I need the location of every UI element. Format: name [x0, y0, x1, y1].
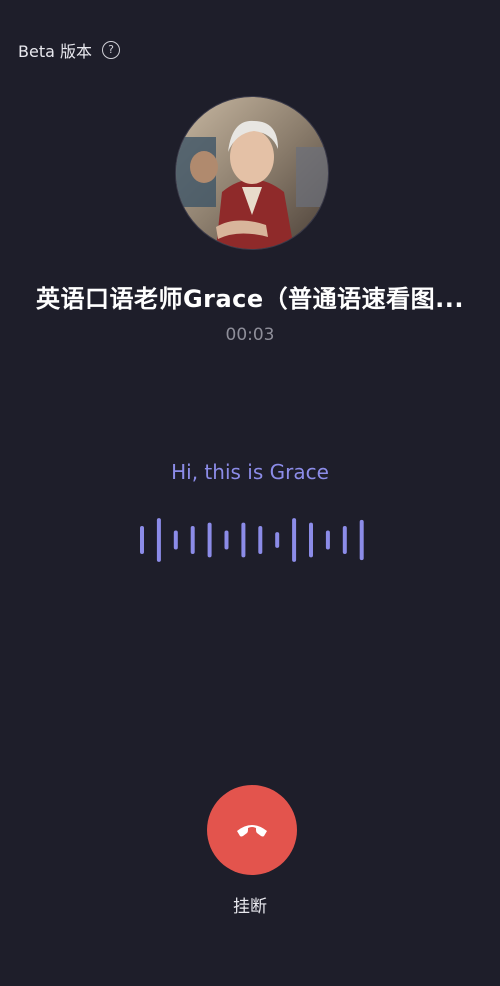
waveform-bar: [258, 526, 263, 554]
portrait-avatar: [176, 97, 328, 249]
waveform-bar: [207, 522, 212, 558]
hangup-button[interactable]: [207, 785, 297, 875]
phone-hangup-icon: [237, 825, 267, 837]
waveform-bar: [224, 530, 229, 550]
waveform-bar: [173, 530, 178, 550]
avatar: [175, 96, 329, 250]
question-circle-icon[interactable]: ?: [102, 41, 120, 59]
waveform-bar: [309, 522, 313, 558]
waveform-bar: [275, 532, 280, 548]
beta-badge: Beta 版本 ?: [18, 38, 120, 62]
hangup-label: 挂断: [233, 897, 267, 917]
waveform-bar: [156, 518, 161, 562]
beta-label: Beta 版本: [18, 42, 92, 61]
waveform-bar: [292, 518, 297, 562]
waveform-bar: [359, 519, 364, 561]
contact-name: 英语口语老师Grace（普通语速看图...: [35, 285, 465, 313]
waveform-bar: [140, 526, 144, 554]
transcript-text: Hi, this is Grace: [171, 460, 329, 484]
waveform-bar: [325, 530, 330, 550]
voice-waveform: [140, 518, 364, 562]
call-timer: 00:03: [225, 325, 275, 345]
waveform-bar: [190, 526, 195, 554]
waveform-bar: [342, 526, 347, 554]
waveform-bar: [241, 522, 246, 558]
